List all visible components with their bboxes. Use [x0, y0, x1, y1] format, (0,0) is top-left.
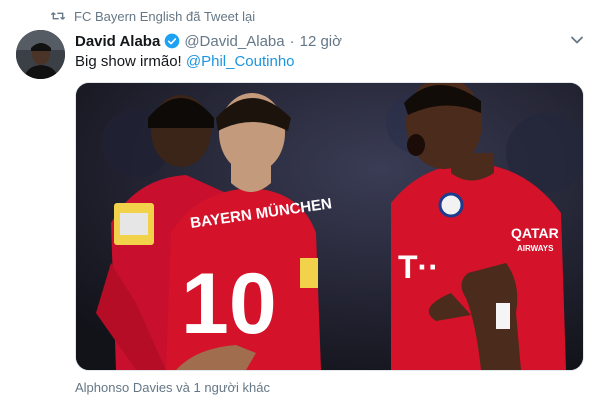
likes-summary[interactable]: Alphonso Davies và 1 người khác [75, 380, 270, 395]
sponsor-subtext: AIRWAYS [517, 244, 554, 253]
author-handle[interactable]: @David_Alaba [184, 33, 284, 50]
tweet-photo[interactable]: BAYERN MÜNCHEN 10 QATAR AIRWAYS T·· [75, 82, 584, 371]
retweet-icon [50, 12, 66, 20]
sponsor-text: QATAR [511, 225, 559, 241]
avatar[interactable] [16, 30, 65, 79]
verified-badge-icon [164, 33, 180, 49]
header-separator: · [289, 32, 295, 50]
retweet-context[interactable]: FC Bayern English đã Tweet lại [50, 6, 255, 26]
tweet-time[interactable]: 12 giờ [300, 33, 342, 50]
tweet-text: Big show irmão! @Phil_Coutinho [75, 53, 295, 70]
tweet-body: Big show irmão! [75, 53, 186, 70]
chevron-down-icon[interactable] [570, 33, 584, 47]
mention-link[interactable]: @Phil_Coutinho [186, 53, 295, 70]
telekom-logo: T·· [398, 249, 439, 285]
photo-image: BAYERN MÜNCHEN 10 QATAR AIRWAYS T·· [76, 83, 583, 370]
avatar-image [16, 30, 65, 79]
shirt-number: 10 [181, 256, 277, 352]
author-name[interactable]: David Alaba [75, 33, 160, 50]
tweet-header: David Alaba @David_Alaba · 12 giờ [75, 30, 580, 52]
retweet-text: FC Bayern English đã Tweet lại [74, 8, 256, 24]
